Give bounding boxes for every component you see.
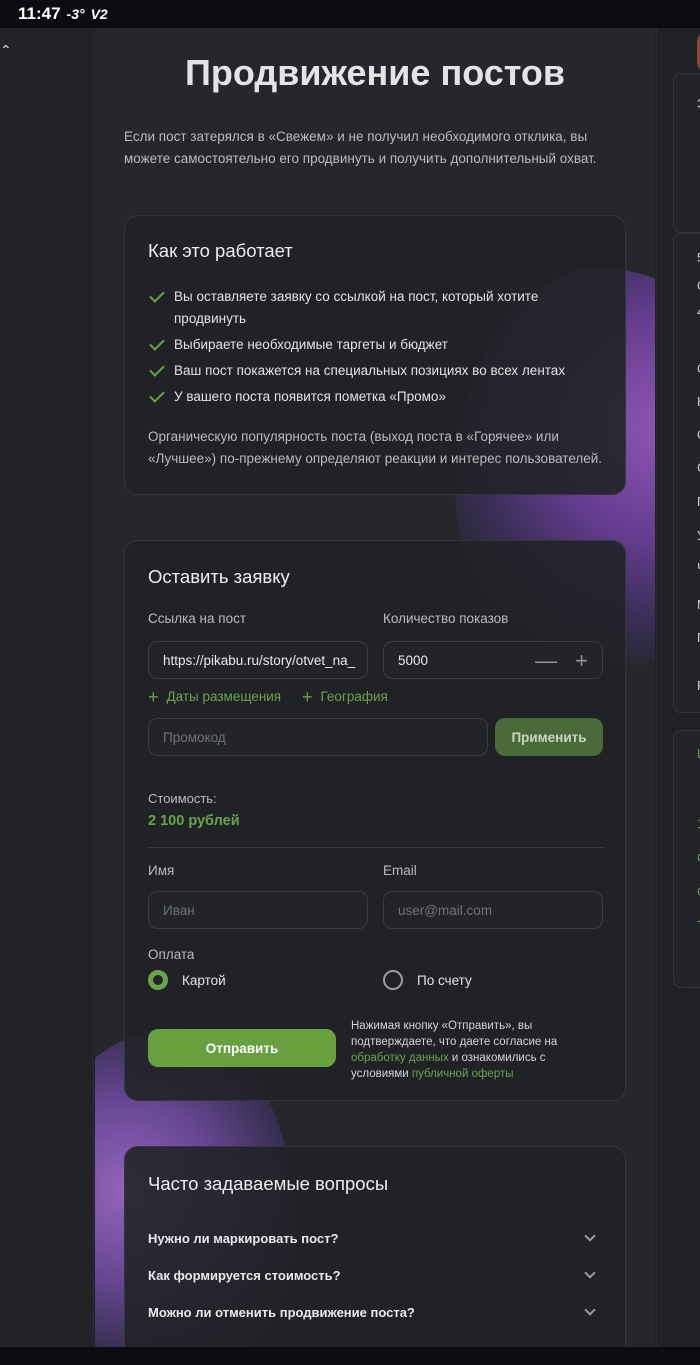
- add-dates-link[interactable]: + Даты размещения: [148, 686, 281, 707]
- check-icon: [149, 335, 165, 351]
- check-icon: [149, 287, 165, 303]
- email-label: Email: [383, 863, 417, 878]
- page-title: Продвижение постов: [184, 52, 566, 93]
- how-it-works-title: Как это работает: [148, 240, 293, 261]
- request-form-card: Оставить заявку Ссылка на пост https://p…: [124, 540, 626, 1101]
- minus-icon[interactable]: —: [535, 648, 557, 674]
- chevron-down-icon: [584, 1267, 596, 1279]
- form-title: Оставить заявку: [148, 566, 290, 587]
- consent-text: Нажимая кнопку «Отправить», вы подтвержд…: [351, 1020, 558, 1080]
- status-temp: -3°: [66, 6, 85, 22]
- cost-label: Стоимость:: [148, 791, 217, 806]
- chevron-down-icon: [584, 1230, 596, 1242]
- plus-icon: +: [148, 686, 159, 707]
- right-sidebar: З 5 С 4 С К С С П У Ч М П Р Ц 1 С С Т: [656, 28, 700, 1348]
- plus-icon: +: [302, 686, 313, 707]
- page-intro: Если пост затерялся в «Свежем» и не полу…: [124, 129, 597, 166]
- sidebar-widget: [673, 73, 700, 233]
- faq-card: Часто задаваемые вопросы Нужно ли маркир…: [124, 1146, 626, 1348]
- submit-button[interactable]: Отправить: [148, 1029, 336, 1067]
- payment-invoice-radio[interactable]: По счету: [383, 970, 472, 990]
- radio-selected-icon: [148, 970, 168, 990]
- bottom-bar: [0, 1347, 700, 1365]
- radio-empty-icon: [383, 970, 403, 990]
- how-it-works-note: Органическую популярность поста (выход п…: [148, 429, 603, 466]
- faq-item[interactable]: Как формируется стоимость?: [148, 1267, 600, 1283]
- email-input[interactable]: user@mail.com: [383, 891, 603, 929]
- faq-item[interactable]: Нужно ли маркировать пост?: [148, 1230, 600, 1246]
- payment-label: Оплата: [148, 947, 195, 962]
- status-time: 11:47: [18, 4, 61, 23]
- plus-icon[interactable]: +: [575, 648, 588, 674]
- divider: [148, 847, 604, 848]
- chevron-down-icon: [584, 1304, 596, 1316]
- name-input[interactable]: Иван: [148, 891, 368, 929]
- sidebar-widget: [673, 233, 700, 713]
- chevron-up-icon[interactable]: ⌃: [0, 42, 12, 59]
- link-label: Ссылка на пост: [148, 611, 247, 626]
- main-content: Продвижение постов Если пост затерялся в…: [95, 28, 655, 1348]
- list-item: Выбираете необходимые таргеты и бюджет: [148, 334, 608, 356]
- list-item: Вы оставляете заявку со ссылкой на пост,…: [148, 286, 608, 330]
- status-bar: 11:47 -3° V2: [0, 0, 700, 28]
- views-value: 5000: [398, 652, 429, 668]
- check-icon: [149, 361, 165, 377]
- faq-title: Часто задаваемые вопросы: [148, 1173, 389, 1194]
- views-label: Количество показов: [383, 611, 509, 626]
- apply-button[interactable]: Применить: [495, 718, 603, 756]
- cost-value: 2 100 рублей: [148, 813, 240, 829]
- public-offer-link[interactable]: публичной оферты: [412, 1068, 514, 1080]
- payment-card-radio[interactable]: Картой: [148, 970, 226, 990]
- sidebar-widget: [673, 730, 700, 988]
- post-link-input[interactable]: https://pikabu.ru/story/otvet_na_: [148, 641, 368, 679]
- check-icon: [149, 387, 165, 403]
- name-label: Имя: [148, 863, 175, 878]
- how-it-works-list: Вы оставляете заявку со ссылкой на пост,…: [148, 286, 608, 412]
- how-it-works-card: Как это работает Вы оставляете заявку со…: [124, 215, 626, 495]
- faq-item[interactable]: Можно ли отменить продвижение поста?: [148, 1304, 600, 1320]
- left-sidebar: ⌃: [0, 28, 94, 1348]
- promo-code-input[interactable]: Промокод: [148, 718, 488, 756]
- data-processing-link[interactable]: обработку данных: [351, 1052, 449, 1064]
- views-stepper[interactable]: 5000 — +: [383, 641, 603, 679]
- list-item: У вашего поста появится пометка «Промо»: [148, 386, 608, 408]
- list-item: Ваш пост покажется на специальных позици…: [148, 360, 608, 382]
- add-geo-link[interactable]: + География: [302, 686, 388, 707]
- status-network: V2: [90, 6, 108, 22]
